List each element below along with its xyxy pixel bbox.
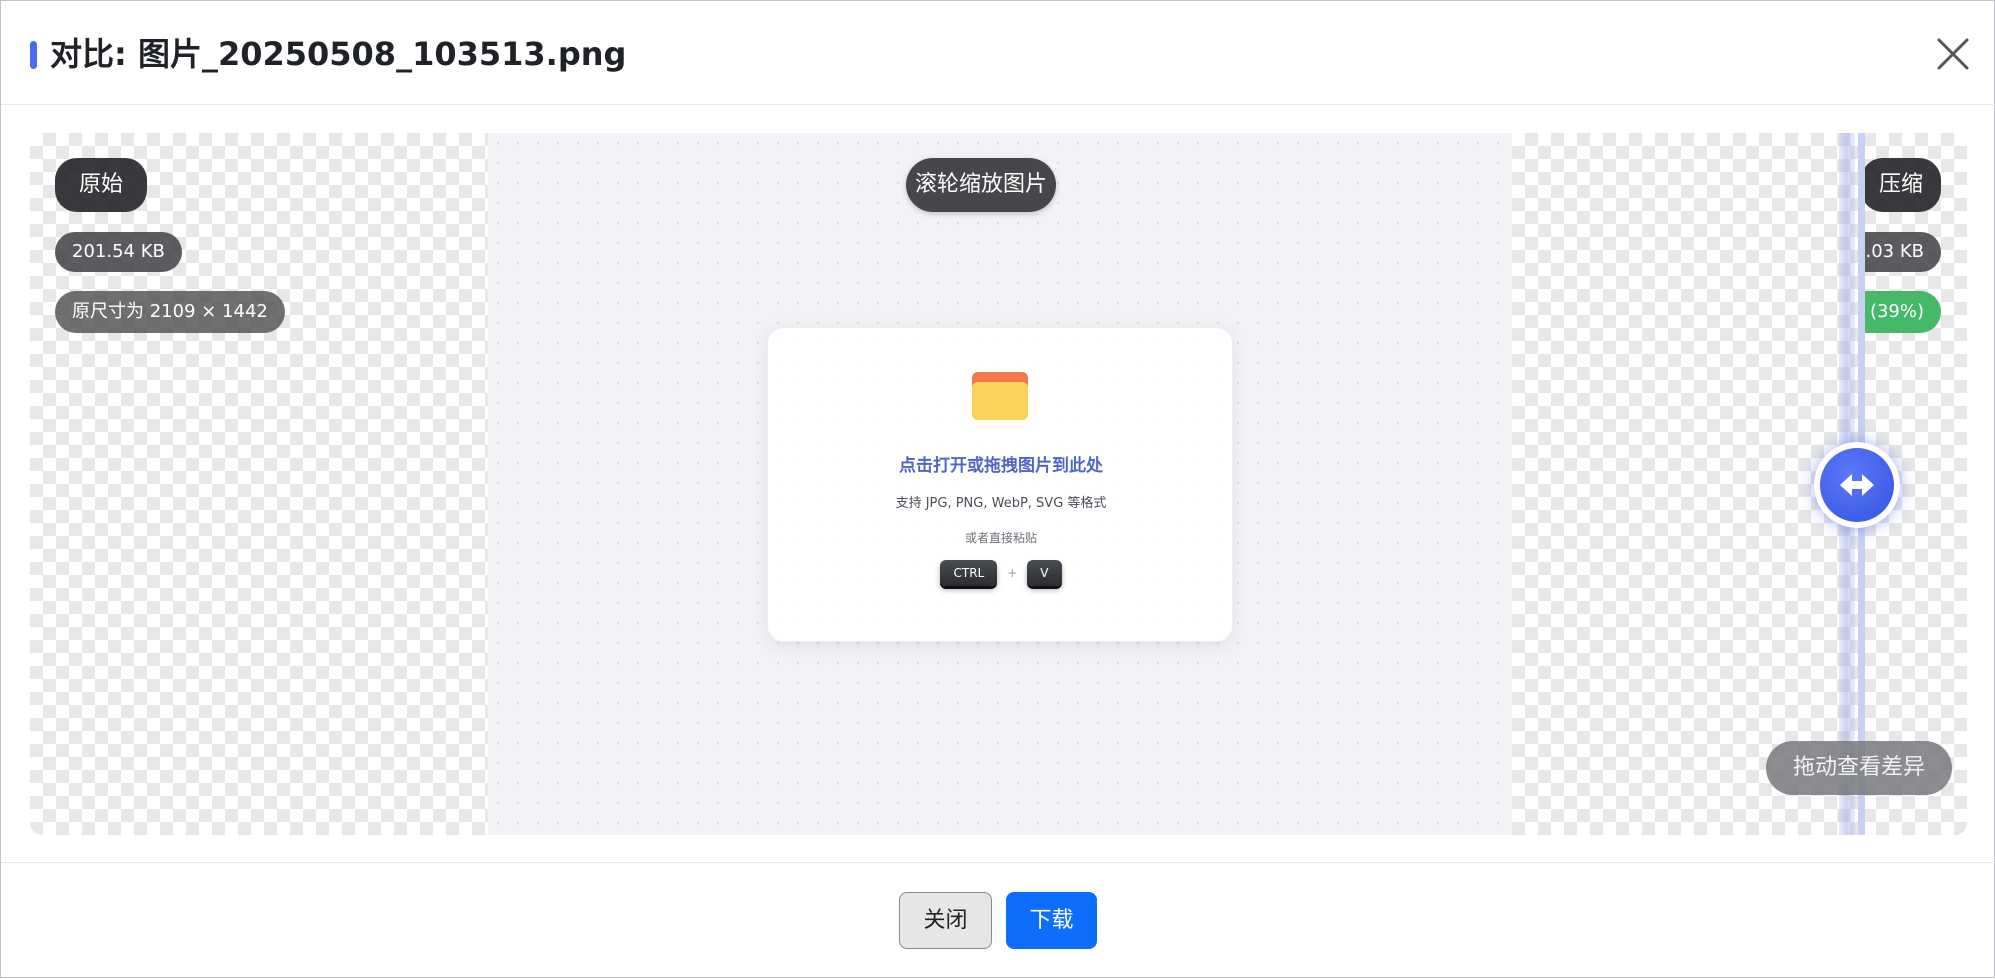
title-accent-bar [30, 41, 37, 69]
close-icon[interactable] [1934, 35, 1972, 73]
paste-hint: 或者直接粘贴 [964, 531, 1037, 545]
v-key: V [1027, 560, 1062, 586]
shortcut-keys: CTRL + V [768, 560, 1234, 586]
compressed-label: 压缩 [1860, 158, 1941, 212]
ctrl-key: CTRL [940, 560, 998, 586]
download-button[interactable]: 下载 [1006, 892, 1097, 949]
close-button[interactable]: 关闭 [899, 892, 992, 949]
preview-image: 点击打开或拖拽图片到此处 支持 JPG, PNG, WebP, SVG 等格式 … [488, 133, 1512, 835]
compressed-size: 3.03 KB [1858, 232, 1941, 272]
compression-ratio: 3 (39%) [1858, 291, 1941, 333]
drag-hint: 拖动查看差异 [1766, 741, 1952, 795]
dialog-header: 对比: 图片_20250508_103513.png [1, 1, 1995, 105]
left-right-arrows-icon [1840, 474, 1874, 496]
dialog-title: 对比: 图片_20250508_103513.png [50, 35, 627, 73]
compare-slider-handle[interactable] [1814, 442, 1900, 528]
original-size: 201.54 KB [55, 232, 182, 272]
compare-dialog: 对比: 图片_20250508_103513.png 点击打开或拖拽图片到此处 … [0, 0, 1995, 978]
dialog-footer: 关闭 下载 [1, 862, 1995, 979]
upload-card-image: 点击打开或拖拽图片到此处 支持 JPG, PNG, WebP, SVG 等格式 … [767, 327, 1233, 642]
original-label: 原始 [55, 158, 148, 212]
upload-title: 点击打开或拖拽图片到此处 [899, 456, 1103, 476]
upload-formats: 支持 JPG, PNG, WebP, SVG 等格式 [895, 496, 1107, 511]
original-dimensions: 原尺寸为 2109 × 1442 [55, 291, 285, 333]
handle-core [1820, 448, 1894, 522]
plus-sign: + [1007, 566, 1018, 580]
image-compare-area[interactable]: 点击打开或拖拽图片到此处 支持 JPG, PNG, WebP, SVG 等格式 … [30, 133, 1967, 835]
zoom-hint: 滚轮缩放图片 [906, 158, 1056, 212]
folder-icon [970, 368, 1030, 422]
